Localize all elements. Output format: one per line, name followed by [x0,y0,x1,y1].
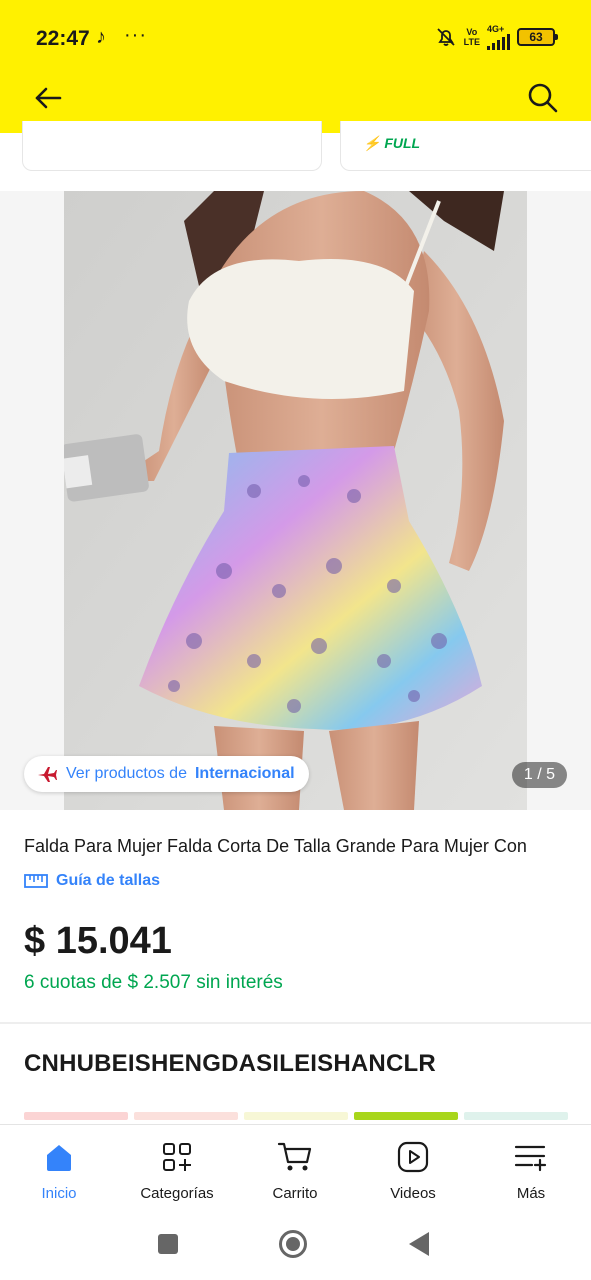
full-label: FULL [384,135,421,151]
swatch-2 [134,1112,238,1120]
network-indicator: 4G+ [487,24,510,50]
swatch-1 [24,1112,128,1120]
mute-bell-icon [437,28,455,46]
international-store-chip[interactable]: Ver productos de Internacional [24,756,309,792]
volte-top: Vo [466,27,478,37]
nav-categories-label: Categorías [140,1185,214,1202]
nav-videos-label: Videos [390,1185,436,1202]
product-photo[interactable] [64,191,527,810]
home-button[interactable] [279,1230,307,1258]
more-notifications-icon: ··· [124,24,147,46]
volte-indicator: Vo LTE [464,27,480,47]
swatch-5 [464,1112,568,1120]
cart-icon [277,1142,312,1171]
image-counter: 1 / 5 [511,762,567,788]
nav-categories[interactable]: Categorías [122,1137,232,1202]
status-bar: 22:47 ♪ ··· Vo LTE 4G+ 63 [0,0,591,70]
swatch-4 [354,1112,458,1120]
battery-icon: 63 [517,28,558,46]
volte-bottom: LTE [463,37,480,47]
status-indicators: Vo LTE 4G+ 63 [435,24,558,50]
product-gallery[interactable]: Ver productos de Internacional 1 / 5 [0,191,591,810]
bottom-navigation: Inicio Categorías Carrito Videos Más [0,1124,591,1210]
section-divider [0,1022,591,1024]
size-guide-link[interactable]: Guía de tallas [24,872,160,890]
play-icon [397,1141,429,1173]
chip-store-name: Internacional [194,765,295,782]
info-cards-strip: ⚡ FULL [0,121,591,191]
installments-text: 6 cuotas de $ 2.507 sin interés [24,972,283,993]
product-price: $ 15.041 [24,920,172,962]
product-photo-illustration [64,191,527,810]
size-guide-label: Guía de tallas [56,872,161,889]
top-header: 22:47 ♪ ··· Vo LTE 4G+ 63 [0,0,591,133]
network-type: 4G+ [487,24,505,34]
info-card-shipping[interactable]: ⚡ FULL [340,121,591,171]
status-time: 22:47 [36,27,90,50]
tiktok-icon: ♪ [96,26,106,48]
nav-videos[interactable]: Videos [358,1137,468,1202]
chip-prefix: Ver productos de [66,765,187,782]
home-icon [47,1145,71,1171]
system-back-button[interactable] [409,1232,429,1256]
search-icon[interactable] [525,80,561,116]
system-navigation-bar [0,1210,591,1280]
nav-cart-label: Carrito [272,1185,318,1202]
categories-icon [163,1143,191,1171]
nav-cart[interactable]: Carrito [240,1137,350,1202]
back-arrow-icon[interactable] [30,80,66,116]
recents-button[interactable] [158,1234,178,1254]
menu-plus-icon [514,1145,547,1172]
swatch-3 [244,1112,348,1120]
seller-name[interactable]: CNHUBEISHENGDASILEISHANCLR [24,1050,436,1078]
info-card-left[interactable] [22,121,322,171]
nav-more-label: Más [516,1185,546,1202]
product-title: Falda Para Mujer Falda Corta De Talla Gr… [24,836,527,856]
full-shipping-badge: ⚡ FULL [363,135,420,152]
airplane-icon [38,767,57,782]
nav-more[interactable]: Más [476,1137,586,1202]
lightning-icon: ⚡ [363,135,381,151]
nav-home-label: Inicio [41,1185,77,1202]
ruler-icon [24,874,48,888]
color-strip [24,1112,568,1120]
signal-icon [487,34,510,50]
nav-home[interactable]: Inicio [4,1137,114,1202]
